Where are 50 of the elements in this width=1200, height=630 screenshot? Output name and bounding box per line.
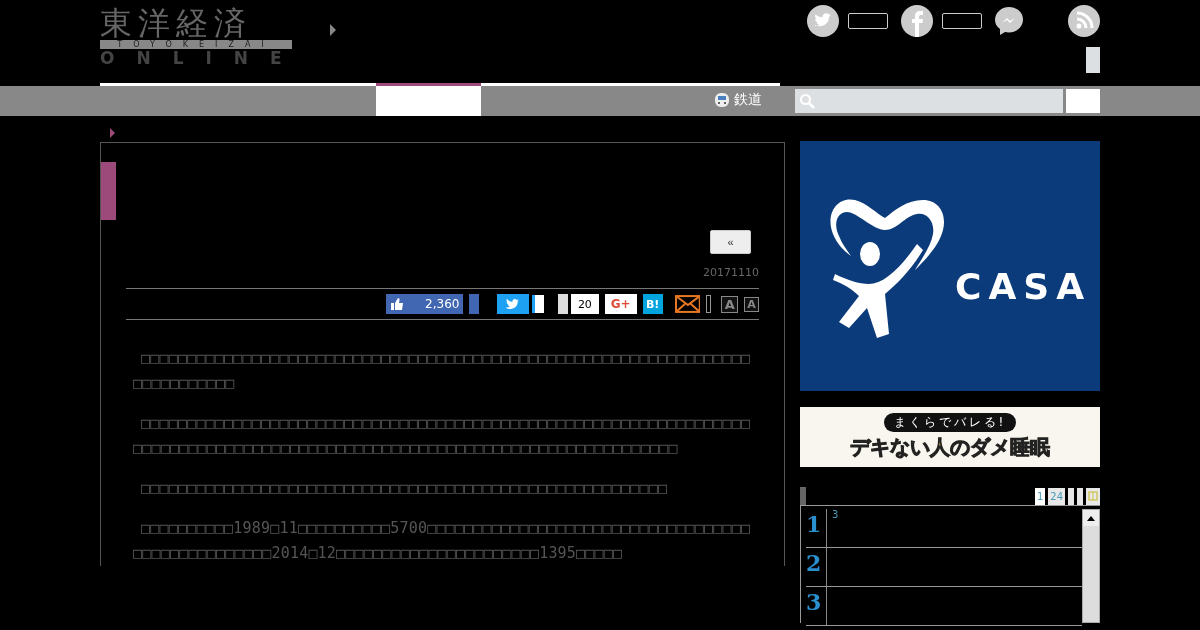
train-icon xyxy=(713,91,731,109)
ad-banner[interactable]: CASA xyxy=(800,141,1100,391)
tweet-count-bubble xyxy=(532,295,545,313)
title-accent-bar xyxy=(101,162,116,220)
twitter-icon[interactable] xyxy=(807,5,839,37)
article-paragraph: □□□□□□□□□□□□□□□□□□□□□□□□□□□□□□□□□□□□□□□□□□□□□□□□□□□□□□□□□□□□□□□□□□□□□□□□□□□□□□□□□□□□□□□□□□□□□□□□□□□□□□□□□□□□□□□□□□□□□□□□□□□□□ xyxy=(133,413,751,459)
tweet-button[interactable] xyxy=(497,294,530,314)
search-icon xyxy=(799,93,815,109)
rank-number: 1 xyxy=(806,509,827,547)
mail-icon[interactable] xyxy=(674,295,701,313)
article-date: 20171110 xyxy=(703,266,759,279)
share-button[interactable] xyxy=(706,295,712,313)
nav-tab[interactable] xyxy=(375,83,482,116)
ranking-item[interactable]: 3 xyxy=(827,509,844,547)
logo-tagline: ONLINE xyxy=(100,49,292,67)
rank-number: 3 xyxy=(806,587,827,625)
like-extra-button[interactable] xyxy=(469,294,480,314)
like-button[interactable]: 2,360 xyxy=(386,294,464,314)
scroll-up-icon[interactable] xyxy=(1087,515,1095,521)
ad-headline: デキない人のダメ睡眠 xyxy=(850,434,1050,461)
messenger-icon[interactable] xyxy=(993,5,1025,37)
font-size-button[interactable]: A xyxy=(721,295,739,313)
share-count: 20 xyxy=(571,294,599,314)
font-size-button[interactable]: A xyxy=(744,296,759,312)
rank-number: 2 xyxy=(806,548,827,586)
breadcrumb-caret-icon xyxy=(110,128,115,138)
article-paragraph: □□□□□□□□□□□□□□□□□□□□□□□□□□□□□□□□□□□□□□□□□□□□□□□□□□□□□□□□□□□□□□□□□□□□□□□□□□□□□ xyxy=(133,348,751,394)
thumbs-up-icon xyxy=(390,297,404,311)
facebook-icon[interactable] xyxy=(901,5,933,37)
hatena-bookmark-button[interactable]: B! xyxy=(642,294,663,314)
caret-icon[interactable] xyxy=(330,24,336,36)
nav-link[interactable]: 鉄道 xyxy=(713,91,762,109)
scrollbar[interactable] xyxy=(1082,509,1100,623)
share-count-bubble xyxy=(848,13,888,29)
twitter-icon xyxy=(506,298,521,310)
ranking-header-mark xyxy=(800,487,806,505)
share-count-bubble xyxy=(942,13,982,29)
article-paragraph: □□□□□□□□□□□□□□□□□□□□□□□□□□□□□□□□□□□□□□□□□□□□□□□□□□□□□□□□□ xyxy=(140,478,669,499)
ranking-tab[interactable]: 1 xyxy=(1034,488,1046,505)
site-logo[interactable]: 東洋経済 TOYOKEIZAI ONLINE xyxy=(100,0,292,83)
article-paragraph: □□□□□□□□□□1989□11□□□□□□□□□□5700□□□□□□□□□□□□□□□□□□□□□□□□□□□□□□□□□□□□□□□□□□□□□□□□□□2014□12□□□□□□□□□□□□□□□□□□□□□□1395□□□□□ xyxy=(133,518,751,564)
search-field[interactable] xyxy=(795,89,1063,113)
google-plus-button[interactable]: G+ xyxy=(604,294,637,314)
back-button[interactable]: « xyxy=(710,230,751,254)
ad-brand: CASA xyxy=(955,265,1092,307)
ad-banner[interactable]: まくらでバレる! デキない人のダメ睡眠 xyxy=(800,407,1100,467)
rss-icon[interactable] xyxy=(1068,5,1100,37)
logo-subtitle: TOYOKEIZAI xyxy=(100,40,292,49)
ad-kicker: まくらでバレる! xyxy=(883,413,1017,432)
logo-title: 東洋経済 xyxy=(100,6,252,40)
